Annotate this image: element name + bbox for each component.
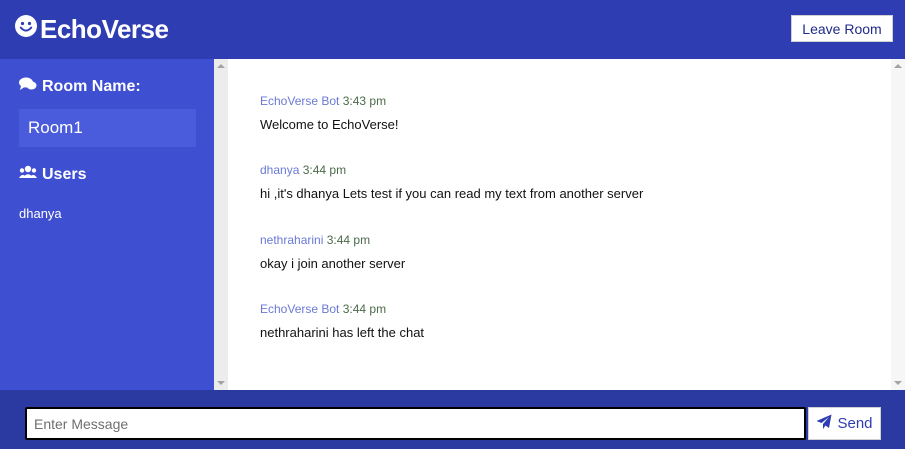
scroll-down-arrow-icon[interactable] — [894, 381, 902, 385]
message-meta: dhanya 3:44 pm — [260, 163, 643, 179]
user-list-item: dhanya — [19, 206, 62, 221]
message-input[interactable] — [25, 407, 806, 440]
smiley-icon — [14, 14, 40, 45]
chat-messages-panel: EchoVerse Bot 3:43 pm Welcome to EchoVer… — [214, 59, 905, 390]
room-name-label: Room Name: — [42, 77, 141, 95]
message-meta: EchoVerse Bot 3:44 pm — [260, 302, 424, 318]
room-name-value: Room1 — [19, 109, 196, 147]
app-logo: EchoVerse — [14, 12, 169, 46]
users-icon — [19, 165, 42, 184]
app-header: EchoVerse Leave Room — [0, 0, 905, 59]
chat-message: EchoVerse Bot 3:43 pm Welcome to EchoVer… — [260, 94, 399, 132]
message-sender: EchoVerse Bot — [260, 302, 340, 316]
message-text: okay i join another server — [260, 256, 406, 271]
send-label: Send — [837, 415, 873, 432]
room-name-heading: Room Name: — [19, 77, 141, 96]
leave-room-button[interactable]: Leave Room — [791, 15, 893, 42]
scroll-down-arrow-icon[interactable] — [217, 381, 225, 385]
message-sender: dhanya — [260, 163, 300, 177]
scroll-up-arrow-icon[interactable] — [894, 64, 902, 68]
send-button[interactable]: Send — [808, 407, 881, 440]
users-label: Users — [42, 165, 87, 183]
app-name: EchoVerse — [40, 13, 169, 44]
message-text: nethraharini has left the chat — [260, 325, 425, 340]
message-meta: EchoVerse Bot 3:43 pm — [260, 94, 399, 110]
message-compose-bar: Send — [0, 390, 905, 449]
chat-message: EchoVerse Bot 3:44 pm nethraharini has l… — [260, 302, 424, 340]
message-text: hi ,it's dhanya Lets test if you can rea… — [260, 186, 644, 201]
message-meta: nethraharini 3:44 pm — [260, 233, 405, 249]
scroll-up-arrow-icon[interactable] — [217, 64, 225, 68]
sidebar: Room Name: Room1 Users dhanya — [0, 59, 214, 390]
message-time: 3:43 pm — [342, 94, 387, 108]
message-sender: nethraharini — [260, 233, 324, 247]
paper-plane-icon — [816, 414, 837, 434]
chat-message: dhanya 3:44 pm hi ,it's dhanya Lets test… — [260, 163, 643, 201]
message-time: 3:44 pm — [302, 163, 347, 177]
message-time: 3:44 pm — [326, 233, 371, 247]
chat-message: nethraharini 3:44 pm okay i join another… — [260, 233, 405, 271]
comments-icon — [19, 77, 42, 96]
users-heading: Users — [19, 165, 86, 184]
scrollbar-right[interactable] — [891, 59, 905, 390]
message-sender: EchoVerse Bot — [260, 94, 340, 108]
message-text: Welcome to EchoVerse! — [260, 117, 399, 132]
scrollbar-left[interactable] — [214, 59, 228, 390]
message-time: 3:44 pm — [342, 302, 387, 316]
